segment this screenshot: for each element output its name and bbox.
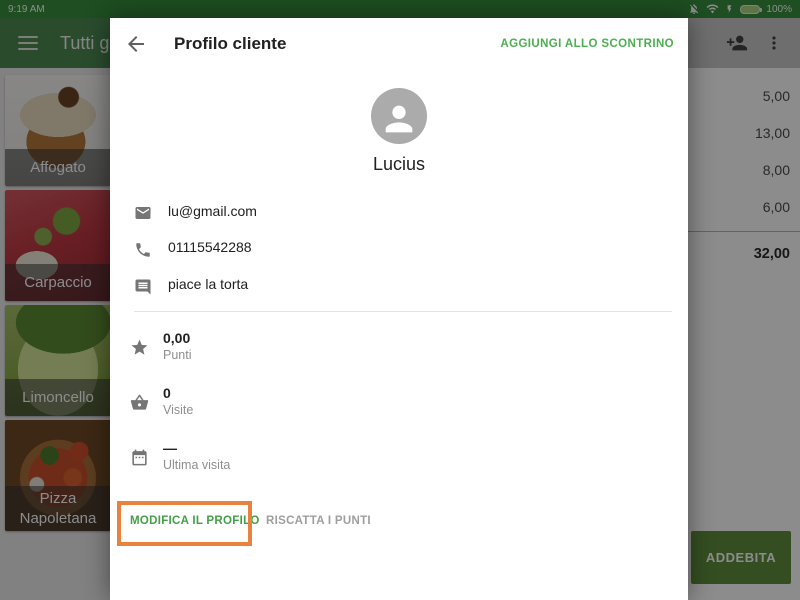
customer-email: lu@gmail.com bbox=[168, 203, 257, 219]
last-visit-label: Ultima visita bbox=[163, 458, 231, 472]
pos-app-screen: 9:19 AM 100% Tutti gl Affogato Carpaccio… bbox=[0, 0, 800, 600]
customer-profile-dialog: Profilo cliente AGGIUNGI ALLO SCONTRINO … bbox=[110, 18, 688, 600]
customer-name: Lucius bbox=[372, 154, 426, 174]
visits-label: Visite bbox=[163, 403, 194, 417]
add-to-receipt-button[interactable]: AGGIUNGI ALLO SCONTRINO bbox=[500, 18, 674, 70]
calendar-icon bbox=[132, 449, 147, 466]
customer-note: piace la torta bbox=[168, 276, 249, 292]
back-arrow-icon[interactable] bbox=[124, 32, 148, 56]
avatar bbox=[371, 88, 427, 144]
visits-value: 0 bbox=[163, 385, 171, 401]
highlight-annotation bbox=[117, 501, 252, 546]
star-icon bbox=[131, 339, 148, 355]
person-icon bbox=[385, 105, 413, 133]
section-divider bbox=[134, 311, 672, 312]
points-label: Punti bbox=[163, 348, 192, 362]
last-visit-value: — bbox=[163, 440, 177, 456]
phone-icon bbox=[136, 243, 150, 257]
basket-icon bbox=[130, 394, 149, 410]
customer-phone: 01115542288 bbox=[168, 239, 252, 255]
redeem-points-button[interactable]: RISCATTA I PUNTI bbox=[266, 515, 371, 527]
points-value: 0,00 bbox=[163, 330, 191, 346]
dialog-title: Profilo cliente bbox=[174, 34, 287, 53]
email-icon bbox=[135, 207, 151, 219]
note-icon bbox=[135, 279, 151, 295]
